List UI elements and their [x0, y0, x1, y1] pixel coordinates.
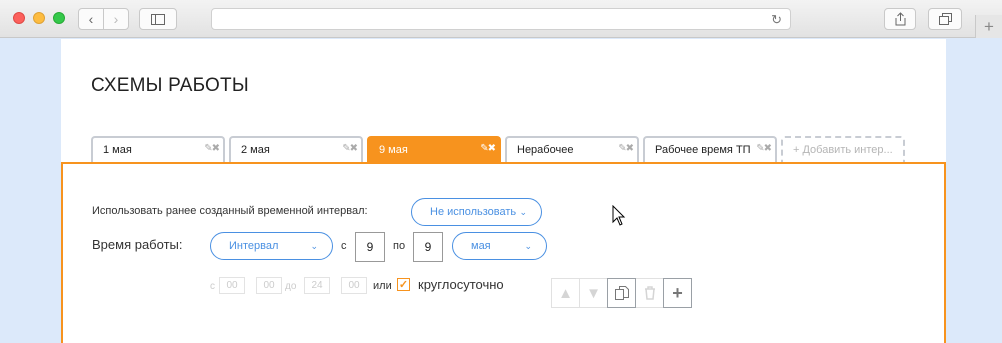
- tab-label: 1 мая: [103, 144, 132, 156]
- tab-2-may[interactable]: 2 мая ✎✖: [229, 136, 363, 162]
- tabs-overview-button[interactable]: [928, 8, 962, 30]
- allday-checkbox[interactable]: ✓: [397, 278, 410, 291]
- tab-label: Нерабочее: [517, 144, 574, 156]
- copy-button[interactable]: [607, 278, 636, 308]
- time-to-hours[interactable]: 24: [304, 277, 330, 294]
- zoom-window-button[interactable]: [53, 12, 65, 24]
- edit-icon[interactable]: ✎: [480, 143, 488, 154]
- reuse-interval-label: Использовать ранее созданный временной и…: [92, 205, 368, 217]
- chevron-down-icon: ⌄: [524, 241, 532, 251]
- edit-icon[interactable]: ✎: [618, 143, 626, 154]
- add-tab-label: + Добавить интер...: [793, 144, 893, 156]
- interval-editor-panel: Использовать ранее созданный временной и…: [61, 162, 946, 343]
- arrow-up-icon: ▲: [558, 284, 573, 302]
- arrow-down-icon: ▼: [586, 284, 601, 302]
- reuse-interval-select[interactable]: Не использовать ⌄: [411, 198, 542, 226]
- move-up-button[interactable]: ▲: [551, 278, 580, 308]
- address-bar[interactable]: ↻: [211, 8, 791, 30]
- copy-icon: [614, 286, 629, 300]
- time-to-minutes[interactable]: 00: [341, 277, 367, 294]
- close-window-button[interactable]: [13, 12, 25, 24]
- page-content: СХЕМЫ РАБОТЫ 1 мая ✎✖ 2 мая ✎✖ 9 мая ✎✖ …: [61, 39, 946, 343]
- sidebar-icon: [151, 13, 165, 25]
- close-icon[interactable]: ✖: [350, 143, 358, 154]
- from-label: с: [341, 240, 347, 252]
- tab-label: Рабочее время ТП: [655, 144, 751, 156]
- tabs-icon: [938, 13, 952, 25]
- plus-icon: +: [672, 282, 683, 303]
- minimize-window-button[interactable]: [33, 12, 45, 24]
- close-icon[interactable]: ✖: [488, 143, 496, 154]
- close-icon[interactable]: ✖: [212, 143, 220, 154]
- tab-non-working[interactable]: Нерабочее ✎✖: [505, 136, 639, 162]
- share-icon: [895, 12, 905, 26]
- month-select[interactable]: мая ⌄: [452, 232, 547, 260]
- worktime-label: Время работы:: [92, 237, 183, 252]
- forward-icon[interactable]: ›: [103, 9, 128, 29]
- allday-label: круглосуточно: [418, 277, 504, 292]
- sidebar-button[interactable]: [139, 8, 177, 30]
- browser-toolbar: ‹ › ↻ +: [0, 0, 1002, 38]
- close-icon[interactable]: ✖: [764, 143, 772, 154]
- share-button[interactable]: [884, 8, 916, 30]
- tab-label: 9 мая: [379, 144, 408, 156]
- page-title: СХЕМЫ РАБОТЫ: [91, 75, 249, 96]
- history-nav: ‹ ›: [78, 8, 129, 30]
- tab-label: 2 мая: [241, 144, 270, 156]
- or-label: или: [373, 280, 392, 292]
- to-label: по: [393, 240, 406, 252]
- month-value: мая: [471, 240, 491, 252]
- time-from-label: с: [210, 281, 215, 292]
- reload-icon[interactable]: ↻: [771, 12, 782, 28]
- edit-icon[interactable]: ✎: [204, 143, 212, 154]
- time-from-hours[interactable]: 00: [219, 277, 245, 294]
- trash-icon: [644, 286, 655, 300]
- interval-toolbar: ▲ ▼ +: [551, 278, 692, 308]
- new-tab-button[interactable]: +: [975, 15, 1002, 38]
- from-day-input[interactable]: 9: [355, 232, 385, 262]
- interval-type-select[interactable]: Интервал ⌄: [210, 232, 333, 260]
- interval-type-value: Интервал: [229, 240, 279, 252]
- close-icon[interactable]: ✖: [626, 143, 634, 154]
- check-icon: ✓: [398, 279, 409, 291]
- delete-button[interactable]: [635, 278, 664, 308]
- chevron-down-icon: ⌄: [519, 207, 527, 217]
- add-button[interactable]: +: [663, 278, 692, 308]
- back-icon[interactable]: ‹: [79, 9, 103, 29]
- time-to-label: до: [285, 281, 297, 292]
- move-down-button[interactable]: ▼: [579, 278, 608, 308]
- edit-icon[interactable]: ✎: [756, 143, 764, 154]
- time-from-minutes[interactable]: 00: [256, 277, 282, 294]
- tab-working-time-tp[interactable]: Рабочее время ТП ✎✖: [643, 136, 777, 162]
- mouse-cursor: [612, 205, 626, 226]
- add-interval-tab[interactable]: + Добавить интер...: [781, 136, 905, 162]
- tab-1-may[interactable]: 1 мая ✎✖: [91, 136, 225, 162]
- tab-9-may[interactable]: 9 мая ✎✖: [367, 136, 501, 162]
- edit-icon[interactable]: ✎: [342, 143, 350, 154]
- chevron-down-icon: ⌄: [310, 241, 318, 251]
- reuse-interval-value: Не использовать: [430, 206, 517, 218]
- plus-icon: +: [984, 16, 994, 36]
- to-day-input[interactable]: 9: [413, 232, 443, 262]
